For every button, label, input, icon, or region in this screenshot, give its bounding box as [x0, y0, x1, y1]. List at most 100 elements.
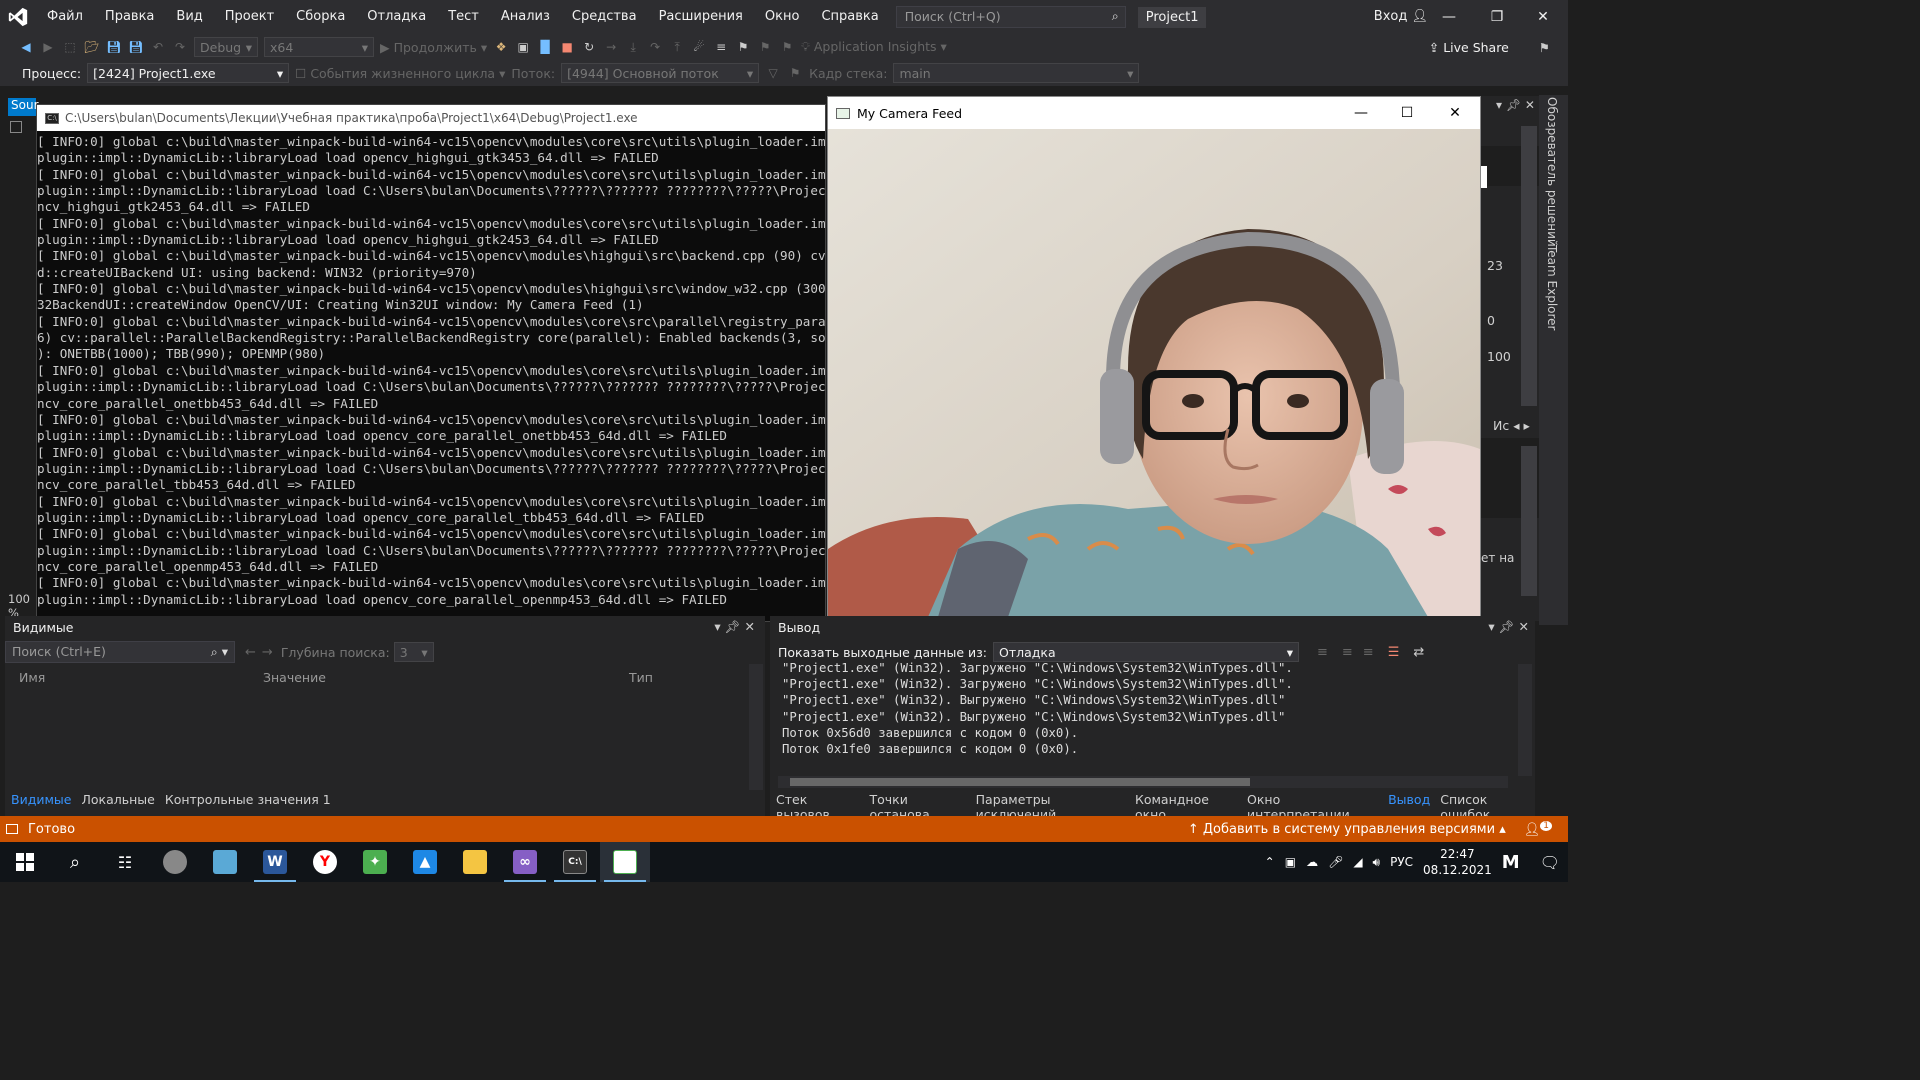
bookmark-icon[interactable]: ⚑ — [735, 39, 751, 55]
taskbar-app-puzzle[interactable]: ✦ — [350, 842, 400, 882]
feedback-icon[interactable]: ⚑ — [1539, 40, 1550, 55]
taskbar-app-dvd[interactable] — [150, 842, 200, 882]
pause-icon[interactable]: ▐▌ — [536, 39, 554, 55]
team-explorer-tab[interactable]: Team Explorer — [1545, 245, 1559, 331]
restart-icon[interactable]: ↻ — [581, 39, 597, 55]
bookmark-next-icon[interactable]: ⚑ — [779, 39, 795, 55]
bookmark-prev-icon[interactable]: ⚑ — [757, 39, 773, 55]
taskbar-app-console[interactable]: C:\ — [550, 842, 600, 882]
column-value[interactable]: Значение — [255, 670, 621, 685]
start-button[interactable] — [0, 842, 50, 882]
locals-search-input[interactable]: Поиск (Ctrl+E) ⌕ ▾ — [5, 641, 235, 663]
search-taskbar-button[interactable]: ⌕ — [50, 842, 100, 882]
tray-chevron-icon[interactable]: ⌃ — [1265, 855, 1275, 869]
notifications-icon[interactable]: 👤︎ 1 — [1524, 820, 1552, 837]
add-to-source-control-button[interactable]: ↑ Добавить в систему управления версиями… — [1188, 822, 1506, 837]
filter-icon[interactable]: ▽ — [765, 65, 781, 81]
locals-scrollbar[interactable] — [749, 664, 763, 790]
redo-icon[interactable]: ↷ — [172, 39, 188, 55]
thread-select[interactable]: [4944] Основной поток ▾ — [561, 63, 760, 83]
output-hscroll-thumb[interactable] — [790, 778, 1250, 786]
next-message-icon[interactable]: ≡ — [1363, 645, 1374, 660]
process-select[interactable]: [2424] Project1.exe ▾ — [87, 63, 290, 83]
solution-explorer-tab[interactable]: Обозреватель решений — [1545, 97, 1559, 247]
lifecycle-events-button[interactable]: ☐ События жизненного цикла ▾ — [295, 66, 505, 81]
menu-item-7[interactable]: Анализ — [490, 0, 561, 34]
hot-reload-icon[interactable]: ☄ — [691, 39, 707, 55]
volume-icon[interactable]: 🔊︎ — [1373, 855, 1381, 870]
login-button[interactable]: Вход 👤︎ — [1374, 0, 1428, 34]
show-next-statement-icon[interactable]: → — [603, 39, 619, 55]
step-over-icon[interactable]: ↷ — [647, 39, 663, 55]
attach-icon[interactable]: ❖ — [493, 39, 509, 55]
step-out-icon[interactable]: ⤒ — [669, 39, 685, 55]
screenshot-icon[interactable]: ▣ — [515, 39, 531, 55]
next-icon[interactable]: → — [262, 645, 273, 660]
output-scrollbar[interactable] — [1518, 664, 1532, 776]
search-depth-select[interactable]: 3 ▾ — [393, 642, 434, 662]
menu-item-8[interactable]: Средства — [561, 0, 648, 34]
prev-message-icon[interactable]: ≡ — [1342, 645, 1353, 660]
stack-frame-select[interactable]: main ▾ — [893, 63, 1140, 83]
taskbar-app-yandex[interactable]: Y — [300, 842, 350, 882]
column-name[interactable]: Имя — [5, 670, 255, 685]
continue-button[interactable]: ▶ Продолжить ▾ — [380, 40, 487, 55]
stop-icon[interactable]: ■ — [559, 39, 575, 55]
visual-studio-logo-icon[interactable] — [0, 0, 36, 34]
camera-close-button[interactable]: ✕ — [1432, 97, 1478, 129]
live-share-button[interactable]: ⇪ Live Share — [1429, 40, 1509, 55]
panel-scrollbar-2[interactable] — [1521, 446, 1537, 596]
save-icon[interactable]: 💾︎ — [106, 39, 122, 55]
platform-select[interactable]: x64 ▾ — [264, 37, 374, 57]
restore-button[interactable]: ❐ — [1474, 0, 1520, 34]
taskbar-app-word[interactable]: W — [250, 842, 300, 882]
back-icon[interactable]: ◀ — [18, 39, 34, 55]
step-into-icon[interactable]: ⤓ — [625, 39, 641, 55]
onedrive-icon[interactable]: ☁ — [1306, 855, 1318, 869]
menu-item-0[interactable]: Файл — [36, 0, 94, 34]
taskbar-app-photos[interactable]: ▲ — [400, 842, 450, 882]
flag-threads-icon[interactable]: ⚑ — [787, 65, 803, 81]
prev-icon[interactable]: ← — [245, 645, 256, 660]
word-wrap-icon[interactable]: ⇄ — [1413, 645, 1424, 660]
toggle-icon-1[interactable]: ≡ — [713, 39, 729, 55]
open-folder-icon[interactable]: 📂︎ — [84, 39, 100, 55]
menu-item-2[interactable]: Вид — [165, 0, 213, 34]
tray-app-icon[interactable]: ▣ — [1285, 855, 1296, 869]
taskbar-app-visual-studio[interactable]: ∞ — [500, 842, 550, 882]
tab-autos[interactable]: Видимые — [11, 792, 71, 807]
menu-item-10[interactable]: Окно — [754, 0, 811, 34]
taskbar-app-explorer[interactable] — [450, 842, 500, 882]
console-window[interactable]: C:\ C:\Users\bulan\Documents\Лекции\Учеб… — [36, 104, 826, 622]
camera-minimize-button[interactable]: — — [1338, 97, 1384, 129]
menu-item-5[interactable]: Отладка — [356, 0, 437, 34]
taskbar-app-camera[interactable] — [600, 842, 650, 882]
save-all-icon[interactable]: 💾︎ — [128, 39, 144, 55]
console-title-bar[interactable]: C:\ C:\Users\bulan\Documents\Лекции\Учеб… — [37, 105, 825, 131]
output-source-select[interactable]: Отладка ▾ — [992, 642, 1299, 662]
camera-window[interactable]: My Camera Feed — ☐ ✕ — [827, 96, 1481, 618]
locals-window-controls[interactable]: ▾ 📌︎ ✕ — [714, 619, 755, 635]
language-indicator[interactable]: РУС — [1390, 855, 1413, 869]
column-type[interactable]: Тип — [621, 670, 653, 685]
close-button[interactable]: ✕ — [1520, 0, 1566, 34]
tab-watch-1[interactable]: Контрольные значения 1 — [165, 792, 331, 807]
application-insights-button[interactable]: 💡︎ Application Insights ▾ — [801, 39, 947, 55]
find-message-icon[interactable]: ≡ — [1317, 645, 1328, 660]
configuration-select[interactable]: Debug ▾ — [194, 37, 258, 57]
microphone-icon[interactable]: 🎤︎ — [1328, 855, 1343, 869]
menu-item-4[interactable]: Сборка — [285, 0, 356, 34]
clear-all-icon[interactable]: ☰ — [1388, 645, 1400, 660]
meet-now-icon[interactable]: M — [1502, 852, 1520, 873]
menu-item-11[interactable]: Справка — [810, 0, 889, 34]
search-input[interactable]: Поиск (Ctrl+Q) ⌕ — [895, 6, 1126, 28]
menu-item-9[interactable]: Расширения — [648, 0, 754, 34]
task-view-button[interactable]: ☷ — [100, 842, 150, 882]
editor-tab[interactable]: Sour — [8, 98, 39, 116]
menu-item-6[interactable]: Тест — [437, 0, 490, 34]
menu-item-1[interactable]: Правка — [94, 0, 165, 34]
output-window-controls[interactable]: ▾ 📌︎ ✕ — [1488, 619, 1529, 635]
wifi-icon[interactable]: ◢ — [1353, 855, 1362, 869]
output-hscrollbar[interactable] — [778, 776, 1508, 788]
panel-scrollbar[interactable] — [1521, 126, 1537, 406]
